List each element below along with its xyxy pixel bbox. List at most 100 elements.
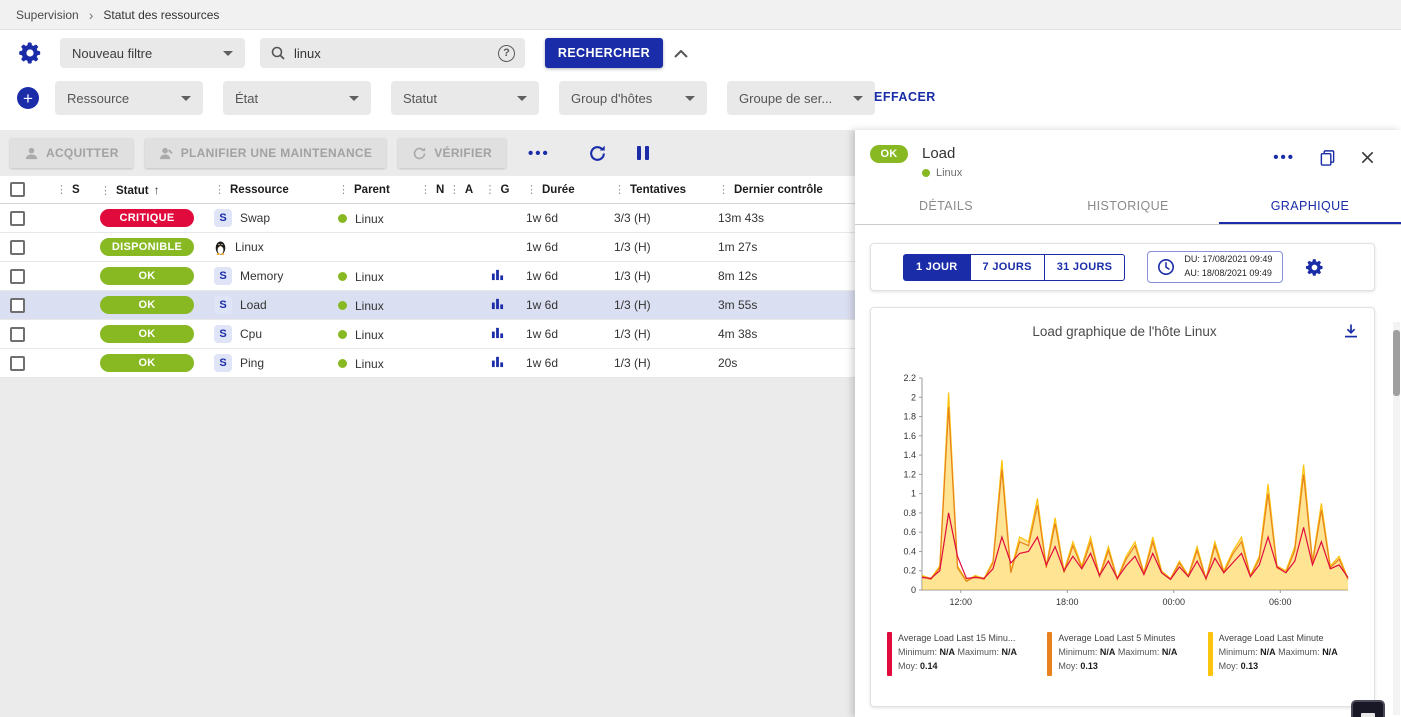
acknowledge-button[interactable]: ACQUITTER (10, 138, 133, 168)
tab-graph[interactable]: GRAPHIQUE (1219, 189, 1401, 224)
check-button[interactable]: VÉRIFIER (398, 138, 506, 168)
breadcrumb-supervision[interactable]: Supervision (16, 8, 79, 22)
resource-name[interactable]: Swap (240, 211, 270, 225)
graph-icon[interactable] (491, 297, 504, 310)
column-drag-icon[interactable]: ⋮ (718, 184, 729, 196)
resource-detail-panel: OK Load Linux ••• DÉTAILS HISTORIQUE (855, 130, 1401, 717)
column-drag-icon[interactable]: ⋮ (338, 184, 349, 196)
resource-name[interactable]: Cpu (240, 327, 262, 341)
criteria-dropdown-host-group[interactable]: Group d'hôtes (559, 81, 707, 115)
legend-item[interactable]: Average Load Last 15 Minu...Minimum: N/A… (887, 632, 1037, 676)
custom-period-box[interactable]: DU: 17/08/2021 09:49 AU: 18/08/2021 09:4… (1147, 251, 1283, 283)
tries-cell: 3/3 (H) (604, 204, 708, 233)
parent-name[interactable]: Linux (355, 356, 384, 370)
svg-text:0: 0 (910, 585, 915, 595)
filter-settings-gear-icon[interactable] (18, 41, 42, 70)
graph-settings-gear-icon[interactable] (1305, 258, 1324, 277)
criteria-dropdown-state[interactable]: État (223, 81, 371, 115)
copy-link-icon[interactable] (1319, 149, 1336, 166)
panel-scrollbar-thumb[interactable] (1393, 330, 1400, 396)
resource-name[interactable]: Load (240, 298, 267, 312)
column-drag-icon[interactable]: ⋮ (449, 184, 460, 196)
graph-icon[interactable] (491, 268, 504, 281)
column-header-dernier-controle[interactable]: ⋮Dernier contrôle (708, 176, 855, 204)
column-drag-icon[interactable]: ⋮ (214, 184, 225, 196)
column-drag-icon[interactable]: ⋮ (614, 184, 625, 196)
help-icon[interactable]: ? (498, 45, 515, 62)
row-checkbox[interactable] (10, 240, 25, 255)
clear-filters-button[interactable]: EFFACER (874, 90, 936, 104)
column-header-a[interactable]: ⋮A (444, 176, 478, 204)
column-header-n[interactable]: ⋮N (416, 176, 444, 204)
legend-text: Average Load Last 15 Minu...Minimum: N/A… (898, 632, 1017, 676)
refresh-icon[interactable] (588, 144, 607, 163)
table-row-load[interactable]: OKSLoadLinux1w 6d1/3 (H)3m 55s (0, 291, 855, 320)
parent-name[interactable]: Linux (355, 327, 384, 341)
svg-text:00:00: 00:00 (1162, 597, 1185, 607)
close-panel-icon[interactable] (1360, 150, 1375, 165)
select-all-checkbox[interactable] (10, 182, 25, 197)
table-row-cpu[interactable]: OKSCpuLinux1w 6d1/3 (H)4m 38s (0, 320, 855, 349)
breadcrumb-current: Statut des ressources (103, 8, 219, 22)
table-row-swap[interactable]: CRITIQUESSwapLinux1w 6d3/3 (H)13m 43s (0, 204, 855, 233)
row-checkbox[interactable] (10, 298, 25, 313)
column-header-severity[interactable]: ⋮S (46, 176, 90, 204)
column-drag-icon[interactable]: ⋮ (56, 184, 67, 196)
criteria-dropdown-resource[interactable]: Ressource (55, 81, 203, 115)
column-header-parent[interactable]: ⋮Parent (328, 176, 416, 204)
search-input[interactable] (294, 46, 490, 61)
range-button-31-jours[interactable]: 31 JOURS (1044, 254, 1126, 281)
saved-filter-dropdown[interactable]: Nouveau filtre (60, 38, 245, 68)
parent-name[interactable]: Linux (355, 269, 384, 283)
resource-name[interactable]: Memory (240, 269, 283, 283)
resource-name[interactable]: Ping (240, 356, 264, 370)
search-button[interactable]: RECHERCHER (545, 38, 663, 68)
range-button-group: 1 JOUR7 JOURS31 JOURS (903, 254, 1125, 281)
status-badge: OK (100, 267, 194, 285)
range-button-7-jours[interactable]: 7 JOURS (970, 254, 1045, 281)
maintenance-button[interactable]: PLANIFIER UNE MAINTENANCE (145, 138, 387, 168)
column-header-statut[interactable]: ⋮Statut↑ (90, 176, 204, 204)
add-criteria-icon[interactable]: + (17, 87, 39, 109)
collapse-filters-icon[interactable] (674, 45, 688, 63)
column-header-tentatives[interactable]: ⋮Tentatives (604, 176, 708, 204)
legend-item[interactable]: Average Load Last 5 MinutesMinimum: N/A … (1047, 632, 1197, 676)
svg-text:1.2: 1.2 (903, 469, 916, 479)
last-check-cell: 3m 55s (708, 291, 855, 320)
row-checkbox[interactable] (10, 269, 25, 284)
tab-history[interactable]: HISTORIQUE (1037, 189, 1219, 224)
row-checkbox[interactable] (10, 356, 25, 371)
pause-icon[interactable] (637, 146, 649, 160)
row-checkbox[interactable] (10, 211, 25, 226)
table-row-memory[interactable]: OKSMemoryLinux1w 6d1/3 (H)8m 12s (0, 262, 855, 291)
parent-name[interactable]: Linux (355, 298, 384, 312)
column-drag-icon[interactable]: ⋮ (420, 184, 431, 196)
column-header-g[interactable]: ⋮G (478, 176, 516, 204)
panel-more-actions-icon[interactable]: ••• (1273, 149, 1295, 166)
graph-icon[interactable] (491, 326, 504, 339)
table-row-ping[interactable]: OKSPingLinux1w 6d1/3 (H)20s (0, 349, 855, 378)
column-drag-icon[interactable]: ⋮ (100, 185, 111, 197)
svg-text:1: 1 (910, 489, 915, 499)
tab-details[interactable]: DÉTAILS (855, 189, 1037, 224)
column-label: S (72, 184, 80, 196)
parent-name[interactable]: Linux (355, 211, 384, 225)
resource-name[interactable]: Linux (235, 240, 264, 254)
export-graph-icon[interactable] (1342, 322, 1360, 340)
column-header-ressource[interactable]: ⋮Ressource (204, 176, 328, 204)
column-drag-icon[interactable]: ⋮ (526, 184, 537, 196)
more-actions-icon[interactable]: ••• (528, 145, 550, 162)
column-label: A (465, 184, 473, 196)
row-checkbox[interactable] (10, 327, 25, 342)
criteria-dropdown-service-group[interactable]: Groupe de ser... (727, 81, 875, 115)
column-drag-icon[interactable]: ⋮ (485, 184, 496, 196)
last-check-cell: 13m 43s (708, 204, 855, 233)
search-box[interactable]: ? (260, 38, 525, 68)
table-row-linux[interactable]: DISPONIBLELinux1w 6d1/3 (H)1m 27s (0, 233, 855, 262)
legend-item[interactable]: Average Load Last MinuteMinimum: N/A Max… (1208, 632, 1358, 676)
graph-icon[interactable] (491, 355, 504, 368)
range-button-1-jour[interactable]: 1 JOUR (903, 254, 971, 281)
sort-asc-icon[interactable]: ↑ (154, 183, 160, 197)
column-header-duree[interactable]: ⋮Durée (516, 176, 604, 204)
criteria-dropdown-status[interactable]: Statut (391, 81, 539, 115)
